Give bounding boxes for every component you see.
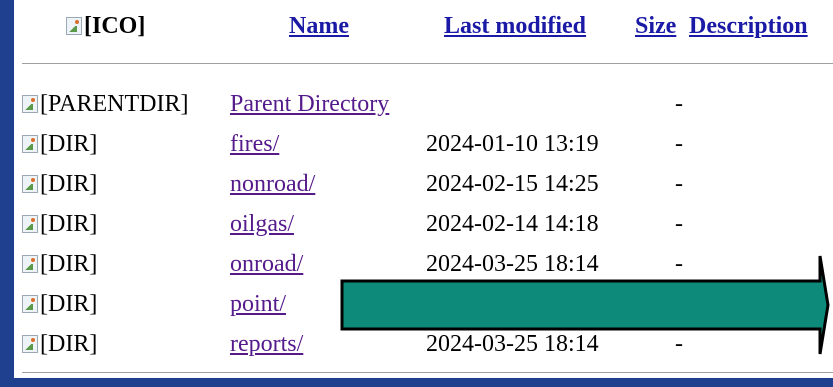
row-size: -: [675, 211, 683, 237]
row-modified: 2024-01-10 13:19: [426, 131, 599, 157]
row-icon: [DIR]: [22, 170, 97, 198]
broken-image-icon: [22, 335, 38, 353]
broken-image-icon: [22, 95, 38, 113]
row-modified: 2024-02-14 14:18: [426, 211, 599, 237]
header-icon-column: [ICO]: [66, 12, 145, 40]
header-last-modified: Last modified: [444, 12, 586, 40]
table-row: [DIR] fires/ 2024-01-10 13:19 -: [22, 130, 833, 164]
row-icon: [PARENTDIR]: [22, 90, 188, 118]
header-divider: [22, 63, 833, 64]
header-icon-alt: [ICO]: [84, 13, 146, 39]
sort-by-last-modified-link[interactable]: Last modified: [444, 13, 586, 39]
table-row: [DIR] nonroad/ 2024-02-15 14:25 -: [22, 170, 833, 204]
row-alt: [DIR]: [40, 171, 98, 197]
broken-image-icon: [22, 255, 38, 273]
row-name: fires/: [230, 130, 279, 158]
row-name: Parent Directory: [230, 90, 389, 118]
row-size: -: [675, 131, 683, 157]
header-name: Name: [289, 12, 349, 40]
row-size: -: [675, 91, 683, 117]
folder-link-oilgas[interactable]: oilgas/: [230, 211, 294, 237]
folder-link-fires[interactable]: fires/: [230, 131, 279, 157]
row-icon: [DIR]: [22, 250, 97, 278]
sort-by-name-link[interactable]: Name: [289, 13, 349, 39]
broken-image-icon: [66, 17, 82, 35]
row-alt: [DIR]: [40, 291, 98, 317]
header-description: Description: [689, 12, 808, 40]
broken-image-icon: [22, 295, 38, 313]
row-alt: [DIR]: [40, 211, 98, 237]
row-alt: [DIR]: [40, 131, 98, 157]
table-row-parent: [PARENTDIR] Parent Directory -: [22, 90, 833, 124]
broken-image-icon: [22, 135, 38, 153]
table-row: [DIR] oilgas/ 2024-02-14 14:18 -: [22, 210, 833, 244]
right-arrow-icon: [340, 255, 830, 355]
folder-link-onroad[interactable]: onroad/: [230, 251, 303, 277]
row-icon: [DIR]: [22, 130, 97, 158]
row-modified: 2024-02-15 14:25: [426, 171, 599, 197]
row-size: -: [675, 171, 683, 197]
broken-image-icon: [22, 175, 38, 193]
folder-link-point[interactable]: point/: [230, 291, 286, 317]
window-frame-left: [0, 0, 14, 387]
header-size: Size: [635, 12, 676, 40]
row-name: nonroad/: [230, 170, 315, 198]
folder-link-nonroad[interactable]: nonroad/: [230, 171, 315, 197]
arrow-shape: [340, 255, 830, 355]
sort-by-description-link[interactable]: Description: [689, 13, 808, 39]
parent-directory-link[interactable]: Parent Directory: [230, 91, 389, 117]
row-icon: [DIR]: [22, 290, 97, 318]
row-alt: [DIR]: [40, 331, 98, 357]
row-icon: [DIR]: [22, 210, 97, 238]
row-alt: [PARENTDIR]: [40, 91, 189, 117]
row-icon: [DIR]: [22, 330, 97, 358]
row-name: onroad/: [230, 250, 303, 278]
row-name: reports/: [230, 330, 303, 358]
window-frame-bottom: [0, 378, 833, 387]
footer-divider: [22, 372, 833, 373]
broken-image-icon: [22, 215, 38, 233]
folder-link-reports[interactable]: reports/: [230, 331, 303, 357]
row-name: point/: [230, 290, 286, 318]
row-name: oilgas/: [230, 210, 294, 238]
sort-by-size-link[interactable]: Size: [635, 13, 676, 39]
row-alt: [DIR]: [40, 251, 98, 277]
